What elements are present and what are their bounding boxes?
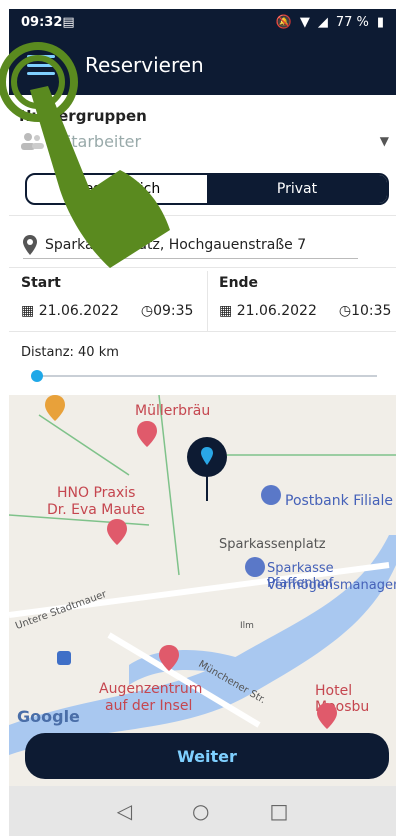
start-time[interactable]: ◷09:35 — [141, 303, 194, 319]
map-label: Müllerbräu — [135, 403, 211, 419]
continue-button[interactable]: Weiter — [25, 733, 389, 779]
map-label: auf der Insel — [105, 698, 193, 714]
signal-icon: ◢ — [317, 14, 328, 30]
end-date[interactable]: ▦ 21.06.2022 — [219, 303, 317, 319]
chevron-down-icon: ▼ — [379, 134, 389, 148]
wifi-icon: ▼ — [299, 14, 310, 30]
medical-poi-icon — [159, 645, 179, 671]
map-label: Sparkassenplatz — [219, 537, 326, 552]
selected-location-marker-icon[interactable] — [185, 435, 229, 501]
map-label: Ilm — [240, 621, 254, 631]
hotel-poi-icon — [317, 703, 337, 729]
bank-poi-icon — [261, 485, 281, 505]
end-label: Ende — [219, 275, 259, 291]
map-label: Dr. Eva Maute — [47, 502, 145, 518]
status-time: 09:32 — [21, 14, 63, 30]
map-view[interactable]: Müllerbräu HNO Praxis Dr. Eva Maute Post… — [9, 395, 396, 786]
status-sim-icon: ▤ — [62, 14, 75, 30]
mute-icon: 🔕 — [275, 14, 292, 30]
bank-poi-icon — [245, 557, 265, 577]
medical-poi-icon — [107, 519, 127, 545]
status-right: 🔕 ▼ ◢ 77 % ▮ — [276, 15, 384, 30]
divider — [207, 271, 208, 331]
battery-icon: ▮ — [376, 14, 384, 30]
toggle-private[interactable]: Privat — [207, 175, 387, 203]
map-label: HNO Praxis — [57, 485, 136, 501]
map-label: Augenzentrum — [99, 681, 203, 697]
slider-knob[interactable] — [31, 370, 43, 382]
system-nav-bar: ◁ ○ □ — [9, 786, 396, 836]
tap-hand-icon — [0, 42, 170, 268]
map-label: Postbank Filiale — [285, 493, 393, 509]
start-date[interactable]: ▦ 21.06.2022 — [21, 303, 119, 319]
hotel-poi-icon — [137, 421, 157, 447]
start-section: Start ▦ 21.06.2022 ◷09:35 — [21, 275, 193, 319]
recent-apps-icon[interactable]: □ — [269, 799, 288, 823]
map-label: Vermögensmanagem — [267, 578, 396, 593]
distance-label: Distanz: 40 km — [21, 345, 119, 360]
end-time[interactable]: ◷10:35 — [339, 303, 392, 319]
back-icon[interactable]: ◁ — [117, 799, 132, 823]
start-label: Start — [21, 275, 61, 291]
divider — [9, 331, 396, 332]
home-icon[interactable]: ○ — [192, 799, 209, 823]
bus-stop-icon — [57, 651, 71, 665]
end-section: Ende ▦ 21.06.2022 ◷10:35 — [219, 275, 391, 319]
google-logo: Google — [17, 707, 80, 726]
battery-percent: 77 % — [335, 14, 369, 30]
bar-poi-icon — [45, 395, 65, 421]
distance-slider[interactable] — [31, 370, 377, 382]
